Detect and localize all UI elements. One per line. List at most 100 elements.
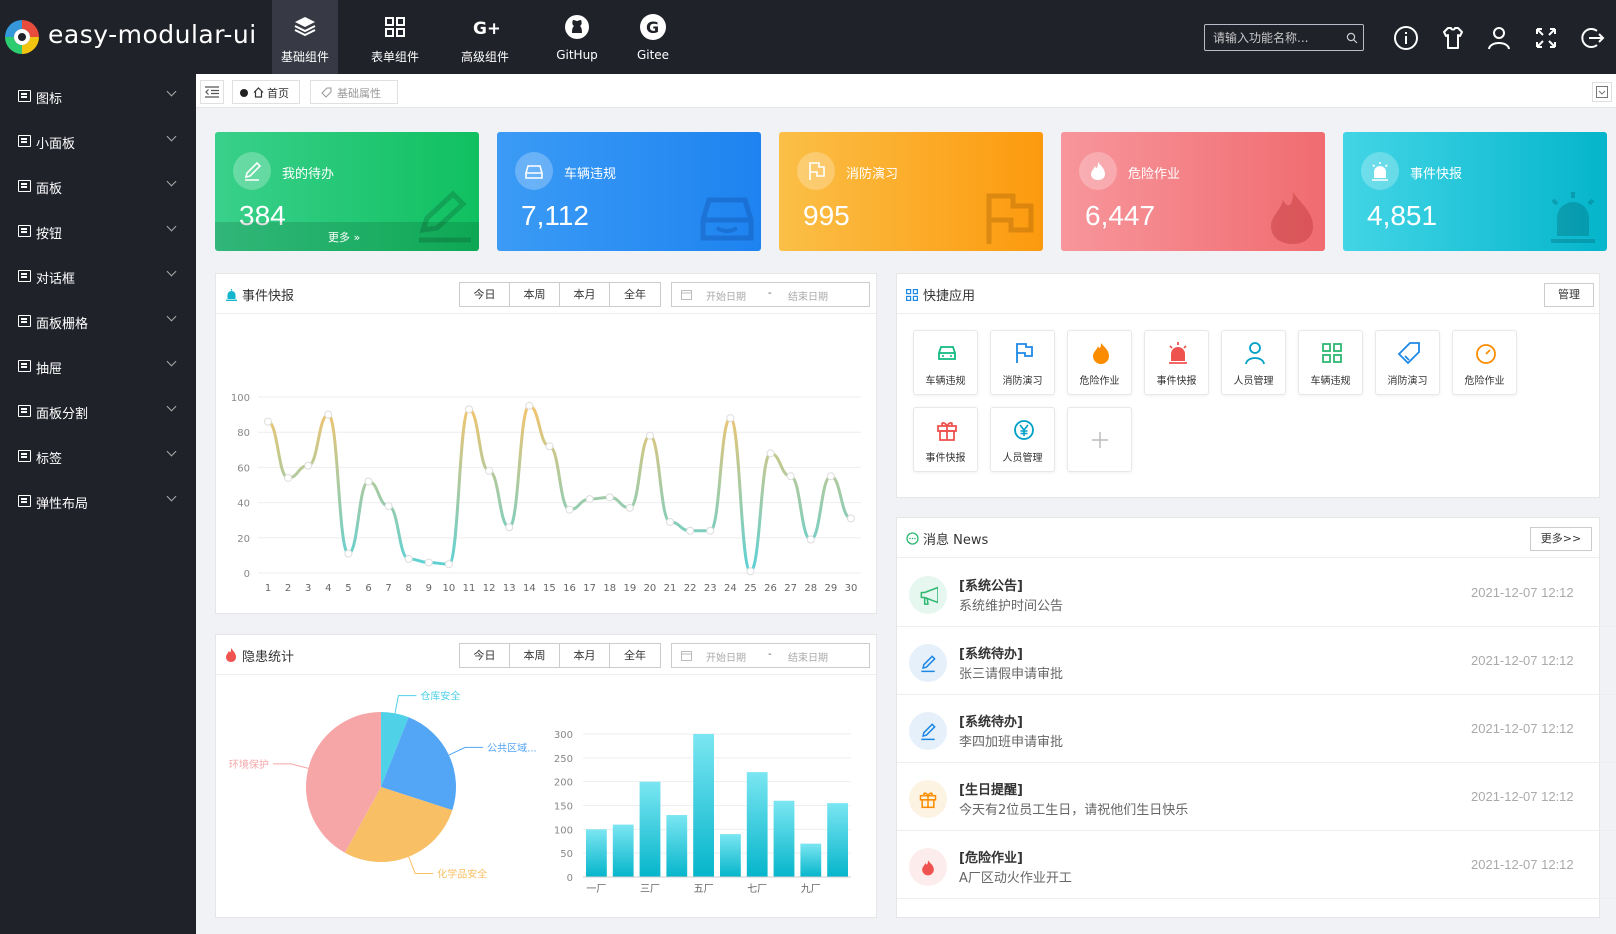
data-point[interactable] bbox=[585, 495, 594, 504]
start-date-field[interactable]: 开始日期 bbox=[706, 649, 746, 664]
range-month[interactable]: 本月 bbox=[560, 644, 610, 667]
stat-more-link[interactable]: 更多 » bbox=[328, 229, 360, 245]
data-point[interactable] bbox=[726, 414, 735, 423]
news-more-button[interactable]: 更多>> bbox=[1530, 527, 1592, 551]
nav-github[interactable]: GitHup bbox=[544, 0, 610, 74]
bar[interactable] bbox=[800, 843, 822, 877]
data-point[interactable] bbox=[284, 473, 293, 482]
data-point[interactable] bbox=[846, 514, 855, 523]
data-point[interactable] bbox=[324, 410, 333, 419]
search-input[interactable] bbox=[1213, 29, 1341, 47]
quick-app-car[interactable]: 车辆违规 bbox=[913, 330, 978, 395]
quick-app-tag[interactable]: 消防演习 bbox=[1375, 330, 1440, 395]
news-item[interactable]: [系统待办] 李四加班申请审批 2021-12-07 12:12 bbox=[897, 695, 1616, 763]
quick-app-gift[interactable]: 事件快报 bbox=[913, 407, 978, 472]
data-point[interactable] bbox=[625, 503, 634, 512]
end-date-field[interactable]: 结束日期 bbox=[788, 288, 828, 303]
sidebar-item-tags[interactable]: 标签 bbox=[0, 434, 196, 479]
logout-icon[interactable] bbox=[1579, 25, 1605, 51]
data-point[interactable] bbox=[444, 560, 453, 569]
range-week[interactable]: 本周 bbox=[510, 644, 560, 667]
tab-menu-button[interactable] bbox=[1592, 82, 1612, 102]
bar[interactable] bbox=[639, 781, 661, 877]
shirt-icon[interactable] bbox=[1440, 25, 1466, 51]
range-month[interactable]: 本月 bbox=[560, 283, 610, 306]
nav-advanced-components[interactable]: G+ 高级组件 bbox=[452, 0, 518, 74]
news-item[interactable]: [生日提醒] 今天有2位员工生日，请祝他们生日快乐 2021-12-07 12:… bbox=[897, 763, 1616, 831]
sidebar-item-panel[interactable]: 面板 bbox=[0, 164, 196, 209]
news-item[interactable]: [系统公告] 系统维护时间公告 2021-12-07 12:12 bbox=[897, 559, 1616, 627]
sidebar-item-button[interactable]: 按钮 bbox=[0, 209, 196, 254]
bar[interactable] bbox=[693, 734, 714, 877]
data-point[interactable] bbox=[746, 567, 755, 576]
sidebar-item-small-panel[interactable]: 小面板 bbox=[0, 119, 196, 164]
stat-card-event-report[interactable]: 事件快报 4,851 bbox=[1343, 132, 1607, 251]
news-item[interactable]: [系统待办] 张三请假申请审批 2021-12-07 12:12 bbox=[897, 627, 1616, 695]
range-year[interactable]: 全年 bbox=[610, 644, 660, 667]
data-point[interactable] bbox=[826, 472, 835, 481]
collapse-sidebar-button[interactable] bbox=[200, 80, 224, 104]
nav-form-components[interactable]: 表单组件 bbox=[362, 0, 428, 74]
quick-app-apps[interactable]: 车辆违规 bbox=[1298, 330, 1363, 395]
nav-gitee[interactable]: G Gitee bbox=[620, 0, 686, 74]
date-range-picker[interactable]: 开始日期 - 结束日期 bbox=[671, 643, 870, 668]
data-point[interactable] bbox=[465, 405, 474, 414]
manage-button[interactable]: 管理 bbox=[1544, 283, 1594, 307]
start-date-field[interactable]: 开始日期 bbox=[706, 288, 746, 303]
quick-app-flag[interactable]: 消防演习 bbox=[990, 330, 1055, 395]
data-point[interactable] bbox=[666, 517, 675, 526]
data-point[interactable] bbox=[364, 477, 373, 486]
sidebar-item-panel-grid[interactable]: 面板栅格 bbox=[0, 299, 196, 344]
bar[interactable] bbox=[773, 800, 795, 877]
data-point[interactable] bbox=[605, 493, 614, 502]
tab-home[interactable]: 首页 bbox=[232, 80, 300, 104]
range-week[interactable]: 本周 bbox=[510, 283, 560, 306]
date-range-switch[interactable]: 今日 本周 本月 全年 bbox=[459, 643, 661, 668]
info-icon[interactable] bbox=[1393, 25, 1419, 51]
end-date-field[interactable]: 结束日期 bbox=[788, 649, 828, 664]
date-range-switch[interactable]: 今日 本周 本月 全年 bbox=[459, 282, 661, 307]
bar[interactable] bbox=[612, 824, 634, 877]
tab-basic-attributes[interactable]: 基础属性 bbox=[310, 80, 398, 104]
bar[interactable] bbox=[720, 834, 741, 877]
data-point[interactable] bbox=[485, 466, 494, 475]
search-box[interactable] bbox=[1204, 24, 1364, 51]
stat-card-vehicle-violation[interactable]: 车辆违规 7,112 bbox=[497, 132, 761, 251]
bar[interactable] bbox=[746, 772, 768, 877]
range-today[interactable]: 今日 bbox=[460, 644, 510, 667]
quick-app-alarm[interactable]: 事件快报 bbox=[1144, 330, 1209, 395]
bar[interactable] bbox=[827, 803, 848, 877]
data-point[interactable] bbox=[344, 549, 353, 558]
sidebar-item-dialog[interactable]: 对话框 bbox=[0, 254, 196, 299]
range-year[interactable]: 全年 bbox=[610, 283, 660, 306]
search-icon[interactable] bbox=[1346, 32, 1358, 44]
data-point[interactable] bbox=[786, 472, 795, 481]
nav-basic-components[interactable]: 基础组件 bbox=[272, 0, 338, 74]
data-point[interactable] bbox=[565, 505, 574, 514]
data-point[interactable] bbox=[505, 523, 514, 532]
data-point[interactable] bbox=[706, 526, 715, 535]
quick-app-fire[interactable]: 危险作业 bbox=[1067, 330, 1132, 395]
stat-card-hazard-work[interactable]: 危险作业 6,447 bbox=[1061, 132, 1325, 251]
bar[interactable] bbox=[586, 829, 607, 877]
data-point[interactable] bbox=[384, 502, 393, 511]
data-point[interactable] bbox=[645, 431, 654, 440]
quick-app-person[interactable]: 人员管理 bbox=[1221, 330, 1286, 395]
bar[interactable] bbox=[666, 815, 688, 877]
stat-card-todo[interactable]: 我的待办 384 更多 » bbox=[215, 132, 479, 251]
sidebar-item-flex-layout[interactable]: 弹性布局 bbox=[0, 479, 196, 524]
quick-app-gauge[interactable]: 危险作业 bbox=[1452, 330, 1517, 395]
data-point[interactable] bbox=[686, 526, 695, 535]
fullscreen-icon[interactable] bbox=[1533, 25, 1559, 51]
data-point[interactable] bbox=[525, 401, 534, 410]
sidebar-item-drawer[interactable]: 抽屉 bbox=[0, 344, 196, 389]
sidebar-item-panel-split[interactable]: 面板分割 bbox=[0, 389, 196, 434]
data-point[interactable] bbox=[766, 449, 775, 458]
stat-more-bar[interactable]: 更多 » bbox=[215, 222, 479, 251]
news-item[interactable]: [危险作业] A厂区动火作业开工 2021-12-07 12:12 bbox=[897, 831, 1616, 899]
data-point[interactable] bbox=[424, 558, 433, 567]
date-range-picker[interactable]: 开始日期 - 结束日期 bbox=[671, 282, 870, 307]
data-point[interactable] bbox=[545, 442, 554, 451]
data-point[interactable] bbox=[404, 554, 413, 563]
add-quick-app-button[interactable] bbox=[1067, 407, 1132, 472]
